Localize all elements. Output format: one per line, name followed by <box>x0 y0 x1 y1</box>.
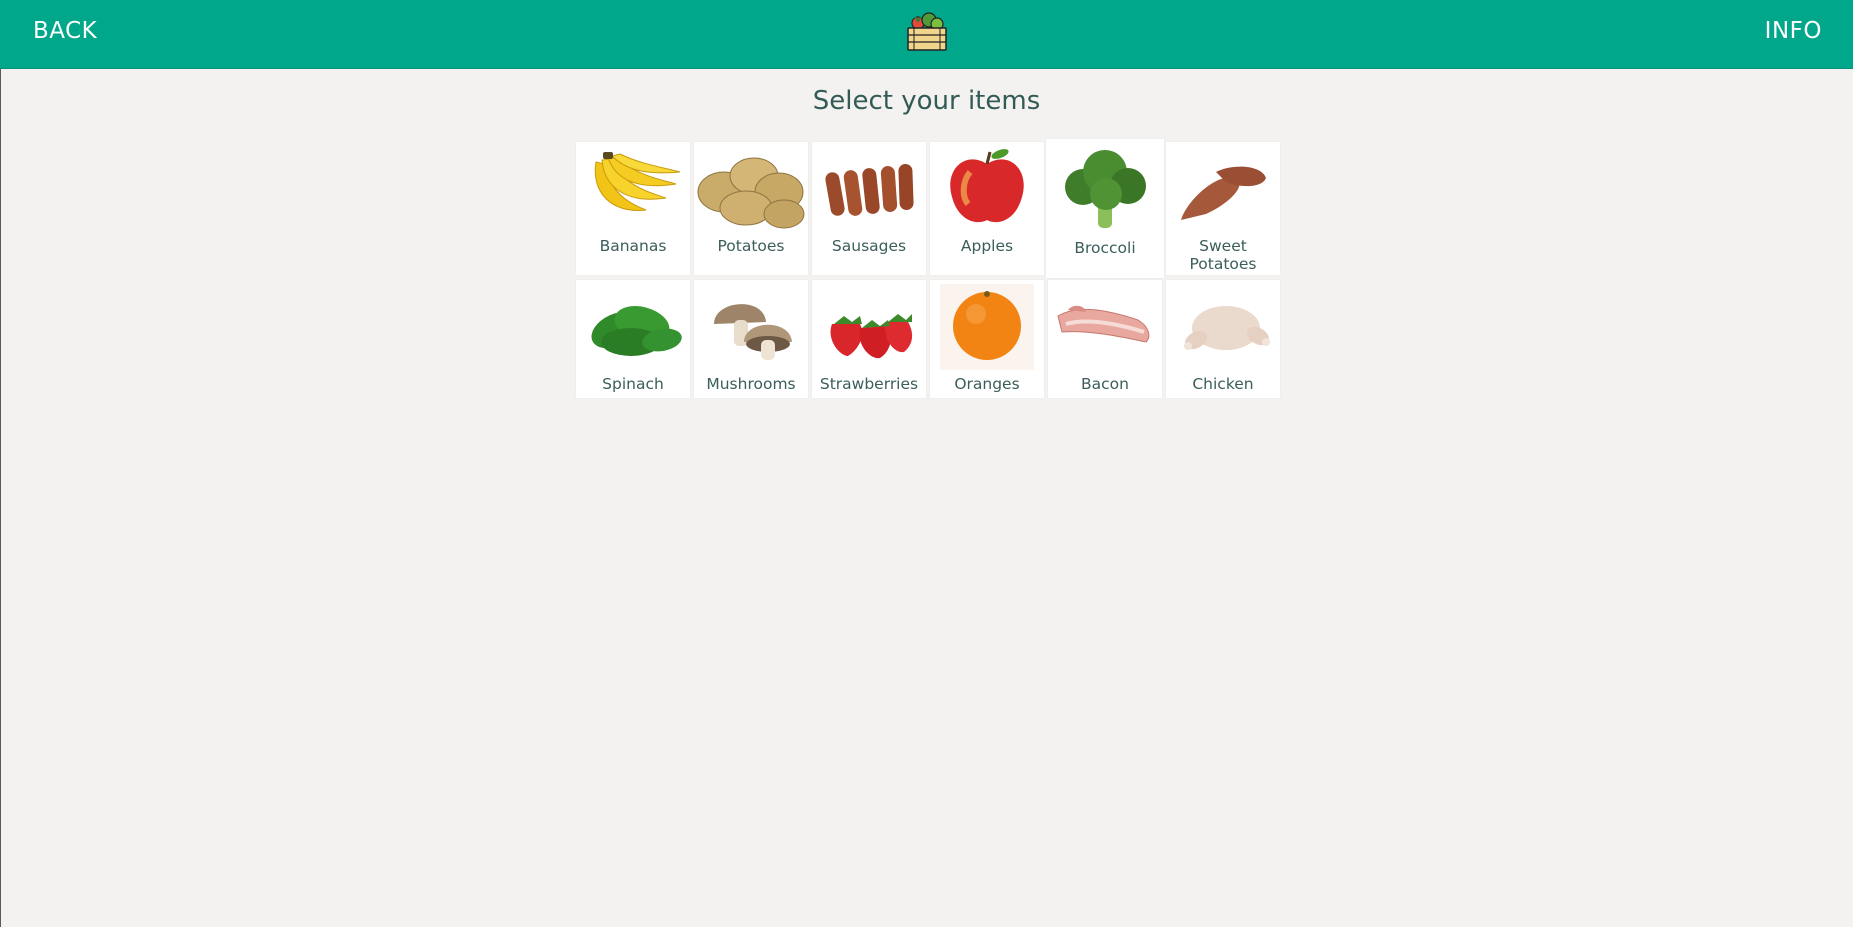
apple-icon <box>950 149 1024 223</box>
item-tile-sweet-potatoes[interactable]: Sweet Potatoes <box>1166 142 1280 275</box>
item-tile-apples[interactable]: Apples <box>930 142 1044 275</box>
sausage-icon <box>825 164 914 216</box>
bacon-icon <box>1057 305 1150 343</box>
broccoli-icon <box>1065 150 1146 228</box>
item-label: Oranges <box>954 375 1020 393</box>
chicken-icon <box>1184 306 1270 350</box>
banana-icon <box>594 152 681 211</box>
item-tile-spinach[interactable]: Spinach <box>576 280 690 398</box>
item-label: Bacon <box>1081 375 1129 393</box>
item-tile-bacon[interactable]: Bacon <box>1048 280 1162 398</box>
spinach-icon <box>591 306 682 356</box>
item-label: Apples <box>960 237 1014 255</box>
potato-icon <box>697 157 805 229</box>
item-label: Chicken <box>1192 375 1254 393</box>
orange-icon <box>940 284 1034 370</box>
sweet-potato-icon <box>1181 166 1266 220</box>
item-label: Sausages <box>831 237 907 255</box>
info-button[interactable]: INFO <box>1765 18 1822 44</box>
item-label: Mushrooms <box>706 375 796 393</box>
item-tile-oranges[interactable]: Oranges <box>930 280 1044 398</box>
item-tile-chicken[interactable]: Chicken <box>1166 280 1280 398</box>
items-grid: Bananas Potatoes Sausages Apples Broccol… <box>576 139 1280 413</box>
item-label: Bananas <box>599 237 667 255</box>
item-tile-broccoli[interactable]: Broccoli <box>1046 139 1164 278</box>
window-left-border <box>0 0 1 927</box>
page-title: Select your items <box>812 86 1041 116</box>
item-tile-strawberries[interactable]: Strawberries <box>812 280 926 398</box>
crate-of-vegetables-icon <box>907 12 947 51</box>
top-bar: BACK INFO <box>0 0 1853 69</box>
item-label: Spinach <box>602 375 664 393</box>
item-tile-sausages[interactable]: Sausages <box>812 142 926 275</box>
item-label: Potatoes <box>717 237 785 255</box>
back-button[interactable]: BACK <box>33 18 97 44</box>
item-label: Broccoli <box>1074 239 1136 257</box>
item-tile-potatoes[interactable]: Potatoes <box>694 142 808 275</box>
item-label: Strawberries <box>819 375 919 393</box>
item-tile-mushrooms[interactable]: Mushrooms <box>694 280 808 398</box>
strawberry-icon <box>830 314 913 359</box>
mushroom-icon <box>714 304 792 360</box>
item-tile-bananas[interactable]: Bananas <box>576 142 690 275</box>
item-label: Sweet Potatoes <box>1189 237 1257 273</box>
